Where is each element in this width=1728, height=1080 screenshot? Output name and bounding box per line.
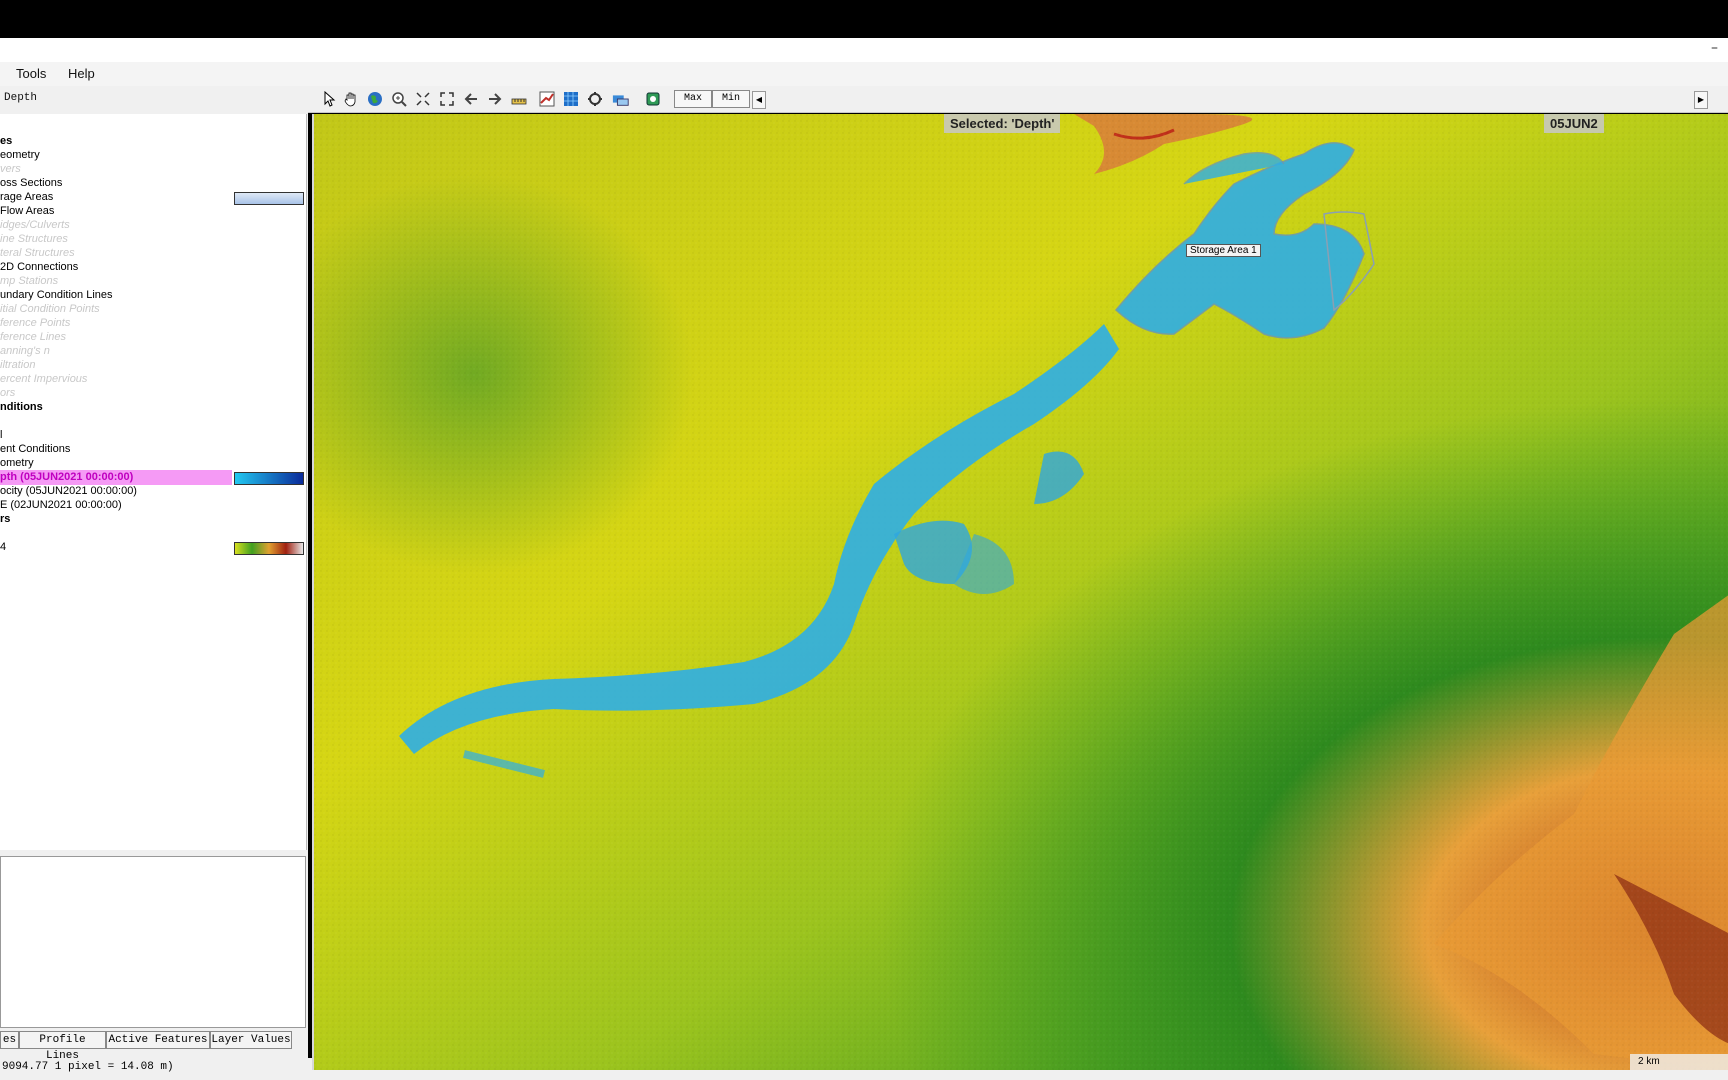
selected-layer-label: Selected: 'Depth' [944,114,1061,133]
layer-item[interactable]: rs [0,512,10,527]
forward-arrow-icon[interactable] [486,91,504,107]
layer-item[interactable]: l [0,428,2,443]
layer-item[interactable]: nditions [0,400,43,415]
layer-item[interactable]: ine Structures [0,232,68,247]
max-button[interactable]: Max [674,90,712,108]
layer-item[interactable]: es [0,134,12,149]
profile-plot-icon[interactable] [538,91,556,107]
layer-item[interactable]: ference Lines [0,330,66,345]
pointer-icon[interactable] [320,91,338,107]
layer-item[interactable]: rage Areas [0,190,53,205]
layer-item[interactable]: eometry [0,148,40,163]
layer-item[interactable]: ometry [0,456,34,471]
layer-item[interactable]: oss Sections [0,176,62,191]
zoom-out-icon[interactable] [414,91,432,107]
scale-bar: 2 km [1630,1054,1728,1070]
layer-item[interactable]: vers [0,162,21,177]
terrain-map [314,114,1728,1070]
layer-stack-icon[interactable] [612,91,630,107]
menu-bar: Tools Help [0,62,1728,86]
min-button[interactable]: Min [712,90,750,108]
layer-item[interactable]: anning's n [0,344,50,359]
full-extent-icon[interactable] [438,91,456,107]
globe-icon[interactable] [366,91,384,107]
layer-legend-swatch[interactable] [234,472,304,485]
layer-item[interactable]: teral Structures [0,246,75,261]
active-layer-label: Depth [4,92,38,104]
layer-legend-swatch[interactable] [234,542,304,555]
measure-ruler-icon[interactable] [510,91,528,107]
map-layers-icon[interactable] [644,91,662,107]
layer-item[interactable]: pth (05JUN2021 00:00:00) [0,470,232,485]
tab-layer-values[interactable]: Layer Values [210,1031,292,1049]
scroll-left-button[interactable]: ◀ [752,91,766,109]
tab-active-features[interactable]: Active Features [106,1031,210,1049]
layer-tree: es eometry vers oss Sections rage Areas Flow … [0,114,307,850]
layer-item[interactable]: Flow Areas [0,204,54,219]
edit-tools-icon[interactable] [586,91,604,107]
menu-help[interactable]: Help [68,66,95,81]
status-text: 9094.77 1 pixel = 14.08 m) [2,1061,174,1073]
map-view[interactable]: Selected: 'Depth' 05JUN2 Storage Area 1 … [312,114,1728,1070]
left-panel: es eometry vers oss Sections rage Areas Flow … [0,112,308,1074]
layer-item[interactable]: ocity (05JUN2021 00:00:00) [0,484,137,499]
layer-item[interactable]: ercent Impervious [0,372,87,387]
map-date-label: 05JUN2 [1544,114,1604,133]
mesh-tools-icon[interactable] [562,91,580,107]
layer-item[interactable]: undary Condition Lines [0,288,113,303]
layer-item[interactable]: ent Conditions [0,442,70,457]
bottom-tabs: es Profile Lines Active Features Layer V… [0,1031,306,1062]
zoom-in-icon[interactable] [390,91,408,107]
scroll-right-button[interactable]: ▶ [1694,91,1708,109]
pan-hand-icon[interactable] [342,91,360,107]
layer-item[interactable]: idges/Culverts [0,218,70,233]
scale-label: 2 km [1638,1056,1660,1067]
tab-profile-lines[interactable]: Profile Lines [19,1031,106,1062]
layer-item[interactable]: iltration [0,358,35,373]
layer-item[interactable]: mp Stations [0,274,58,289]
minimize-icon[interactable]: – [1711,40,1718,56]
storage-area-label: Storage Area 1 [1186,244,1261,257]
layer-legend-swatch[interactable] [234,192,304,205]
layer-item[interactable]: E (02JUN2021 00:00:00) [0,498,122,513]
tab-features[interactable]: es [0,1031,19,1049]
layer-item[interactable]: 4 [0,540,6,555]
layer-item[interactable]: ference Points [0,316,70,331]
layer-item[interactable]: 2D Connections [0,260,78,275]
menu-tools[interactable]: Tools [16,66,46,81]
toolbar: Depth Max Min ◀ ▶ [0,86,1728,113]
info-box [0,856,306,1028]
back-arrow-icon[interactable] [462,91,480,107]
title-bar: – [0,38,1728,62]
layer-item[interactable]: itial Condition Points [0,302,100,317]
layer-item[interactable]: ors [0,386,15,401]
